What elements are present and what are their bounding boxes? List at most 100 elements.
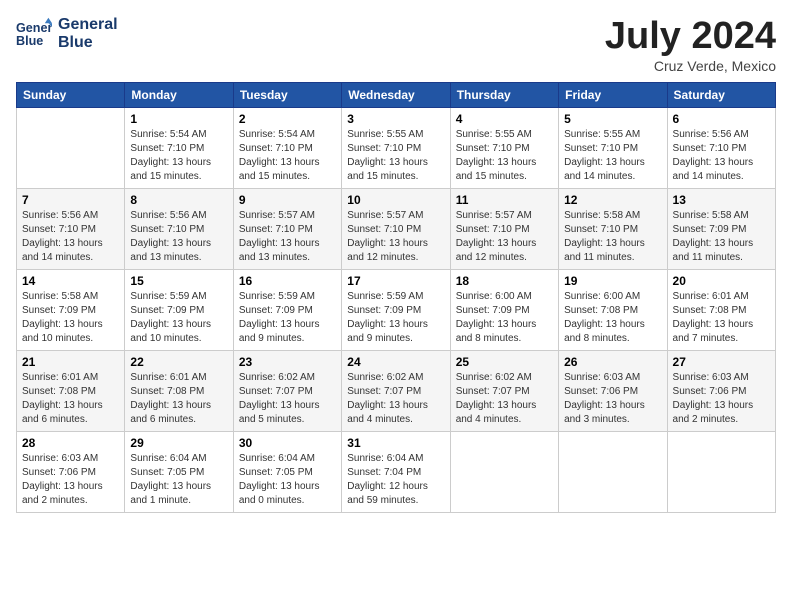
calendar-cell: 9Sunrise: 5:57 AM Sunset: 7:10 PM Daylig…	[233, 188, 341, 269]
day-number: 27	[673, 355, 770, 369]
calendar-cell: 1 Sunrise: 5:54 AM Sunset: 7:10 PM Daylig…	[125, 107, 233, 188]
day-number: 21	[22, 355, 119, 369]
day-number: 17	[347, 274, 444, 288]
day-info: Sunrise: 5:59 AM Sunset: 7:09 PM Dayligh…	[239, 290, 336, 346]
logo-icon: General Blue	[16, 16, 52, 52]
logo-text-blue: Blue	[58, 34, 118, 52]
calendar-cell: 23 Sunrise: 6:02 AM Sunset: 7:07 PM Dayli…	[233, 350, 341, 431]
day-number: 10	[347, 193, 444, 207]
weekday-header: Thursday	[450, 82, 558, 107]
calendar-cell: 31 Sunrise: 6:04 AM Sunset: 7:04 PM Dayli…	[342, 431, 450, 512]
calendar-cell	[450, 431, 558, 512]
day-number: 25	[456, 355, 553, 369]
calendar-week-row: 28 Sunrise: 6:03 AM Sunset: 7:06 PM Dayli…	[17, 431, 776, 512]
day-info: Sunrise: 5:56 AM Sunset: 7:10 PM Dayligh…	[22, 209, 119, 265]
day-info: Sunrise: 6:01 AM Sunset: 7:08 PM Dayligh…	[673, 290, 770, 346]
day-number: 24	[347, 355, 444, 369]
day-info: Sunrise: 6:04 AM Sunset: 7:04 PM Dayligh…	[347, 452, 444, 508]
calendar-week-row: 7 Sunrise: 5:56 AM Sunset: 7:10 PM Daylig…	[17, 188, 776, 269]
day-number: 26	[564, 355, 661, 369]
day-info: Sunrise: 6:03 AM Sunset: 7:06 PM Dayligh…	[673, 371, 770, 427]
day-number: 12	[564, 193, 661, 207]
day-info: Sunrise: 6:01 AM Sunset: 7:08 PM Dayligh…	[130, 371, 227, 427]
calendar-cell: 26Sunrise: 6:03 AM Sunset: 7:06 PM Dayli…	[559, 350, 667, 431]
day-info: Sunrise: 6:03 AM Sunset: 7:06 PM Dayligh…	[22, 452, 119, 508]
logo-text-general: General	[58, 16, 118, 34]
weekday-header: Sunday	[17, 82, 125, 107]
calendar-cell: 22 Sunrise: 6:01 AM Sunset: 7:08 PM Dayli…	[125, 350, 233, 431]
day-info: Sunrise: 5:54 AM Sunset: 7:10 PM Dayligh…	[239, 128, 336, 184]
day-number: 31	[347, 436, 444, 450]
day-info: Sunrise: 5:57 AM Sunset: 7:10 PM Dayligh…	[456, 209, 553, 265]
weekday-header: Friday	[559, 82, 667, 107]
day-number: 6	[673, 112, 770, 126]
calendar-cell: 8Sunrise: 5:56 AM Sunset: 7:10 PM Daylig…	[125, 188, 233, 269]
day-info: Sunrise: 5:57 AM Sunset: 7:10 PM Dayligh…	[239, 209, 336, 265]
day-info: Sunrise: 6:02 AM Sunset: 7:07 PM Dayligh…	[347, 371, 444, 427]
day-info: Sunrise: 5:55 AM Sunset: 7:10 PM Dayligh…	[564, 128, 661, 184]
title-section: July 2024 Cruz Verde, Mexico	[605, 16, 776, 74]
weekday-header: Wednesday	[342, 82, 450, 107]
calendar-cell: 16 Sunrise: 5:59 AM Sunset: 7:09 PM Dayli…	[233, 269, 341, 350]
calendar-cell: 28 Sunrise: 6:03 AM Sunset: 7:06 PM Dayli…	[17, 431, 125, 512]
calendar-cell: 13Sunrise: 5:58 AM Sunset: 7:09 PM Dayli…	[667, 188, 775, 269]
calendar-cell: 14 Sunrise: 5:58 AM Sunset: 7:09 PM Dayli…	[17, 269, 125, 350]
calendar-cell: 25 Sunrise: 6:02 AM Sunset: 7:07 PM Dayli…	[450, 350, 558, 431]
day-info: Sunrise: 5:55 AM Sunset: 7:10 PM Dayligh…	[456, 128, 553, 184]
day-number: 19	[564, 274, 661, 288]
day-info: Sunrise: 6:02 AM Sunset: 7:07 PM Dayligh…	[456, 371, 553, 427]
calendar-cell	[559, 431, 667, 512]
weekday-header: Tuesday	[233, 82, 341, 107]
day-number: 20	[673, 274, 770, 288]
calendar-cell: 17 Sunrise: 5:59 AM Sunset: 7:09 PM Dayli…	[342, 269, 450, 350]
day-info: Sunrise: 6:00 AM Sunset: 7:08 PM Dayligh…	[564, 290, 661, 346]
calendar-cell: 5Sunrise: 5:55 AM Sunset: 7:10 PM Daylig…	[559, 107, 667, 188]
calendar-cell: 27 Sunrise: 6:03 AM Sunset: 7:06 PM Dayli…	[667, 350, 775, 431]
day-info: Sunrise: 6:01 AM Sunset: 7:08 PM Dayligh…	[22, 371, 119, 427]
calendar-week-row: 21 Sunrise: 6:01 AM Sunset: 7:08 PM Dayli…	[17, 350, 776, 431]
day-number: 13	[673, 193, 770, 207]
day-info: Sunrise: 6:04 AM Sunset: 7:05 PM Dayligh…	[130, 452, 227, 508]
calendar-cell: 19 Sunrise: 6:00 AM Sunset: 7:08 PM Dayli…	[559, 269, 667, 350]
calendar-cell: 15Sunrise: 5:59 AM Sunset: 7:09 PM Dayli…	[125, 269, 233, 350]
weekday-header: Saturday	[667, 82, 775, 107]
calendar-cell: 21 Sunrise: 6:01 AM Sunset: 7:08 PM Dayli…	[17, 350, 125, 431]
day-info: Sunrise: 5:55 AM Sunset: 7:10 PM Dayligh…	[347, 128, 444, 184]
day-info: Sunrise: 5:58 AM Sunset: 7:10 PM Dayligh…	[564, 209, 661, 265]
day-number: 14	[22, 274, 119, 288]
day-number: 4	[456, 112, 553, 126]
day-info: Sunrise: 6:02 AM Sunset: 7:07 PM Dayligh…	[239, 371, 336, 427]
day-info: Sunrise: 5:54 AM Sunset: 7:10 PM Dayligh…	[130, 128, 227, 184]
day-number: 15	[130, 274, 227, 288]
calendar-week-row: 14 Sunrise: 5:58 AM Sunset: 7:09 PM Dayli…	[17, 269, 776, 350]
calendar-cell: 18Sunrise: 6:00 AM Sunset: 7:09 PM Dayli…	[450, 269, 558, 350]
location-subtitle: Cruz Verde, Mexico	[605, 58, 776, 74]
calendar-cell: 3Sunrise: 5:55 AM Sunset: 7:10 PM Daylig…	[342, 107, 450, 188]
day-info: Sunrise: 5:59 AM Sunset: 7:09 PM Dayligh…	[347, 290, 444, 346]
calendar-cell: 7 Sunrise: 5:56 AM Sunset: 7:10 PM Daylig…	[17, 188, 125, 269]
day-number: 30	[239, 436, 336, 450]
day-number: 16	[239, 274, 336, 288]
day-number: 7	[22, 193, 119, 207]
day-number: 11	[456, 193, 553, 207]
calendar-cell: 29 Sunrise: 6:04 AM Sunset: 7:05 PM Dayli…	[125, 431, 233, 512]
day-number: 23	[239, 355, 336, 369]
calendar-cell: 2 Sunrise: 5:54 AM Sunset: 7:10 PM Daylig…	[233, 107, 341, 188]
calendar-cell: 12 Sunrise: 5:58 AM Sunset: 7:10 PM Dayli…	[559, 188, 667, 269]
day-number: 29	[130, 436, 227, 450]
calendar-cell: 10Sunrise: 5:57 AM Sunset: 7:10 PM Dayli…	[342, 188, 450, 269]
day-number: 22	[130, 355, 227, 369]
day-number: 28	[22, 436, 119, 450]
day-info: Sunrise: 5:58 AM Sunset: 7:09 PM Dayligh…	[22, 290, 119, 346]
calendar-week-row: 1 Sunrise: 5:54 AM Sunset: 7:10 PM Daylig…	[17, 107, 776, 188]
calendar-cell: 11 Sunrise: 5:57 AM Sunset: 7:10 PM Dayli…	[450, 188, 558, 269]
calendar-cell: 4 Sunrise: 5:55 AM Sunset: 7:10 PM Daylig…	[450, 107, 558, 188]
calendar-cell: 20 Sunrise: 6:01 AM Sunset: 7:08 PM Dayli…	[667, 269, 775, 350]
day-info: Sunrise: 6:04 AM Sunset: 7:05 PM Dayligh…	[239, 452, 336, 508]
calendar-table: SundayMondayTuesdayWednesdayThursdayFrid…	[16, 82, 776, 513]
day-info: Sunrise: 5:56 AM Sunset: 7:10 PM Dayligh…	[673, 128, 770, 184]
day-number: 1	[130, 112, 227, 126]
day-info: Sunrise: 5:56 AM Sunset: 7:10 PM Dayligh…	[130, 209, 227, 265]
day-number: 2	[239, 112, 336, 126]
month-year-title: July 2024	[605, 16, 776, 58]
